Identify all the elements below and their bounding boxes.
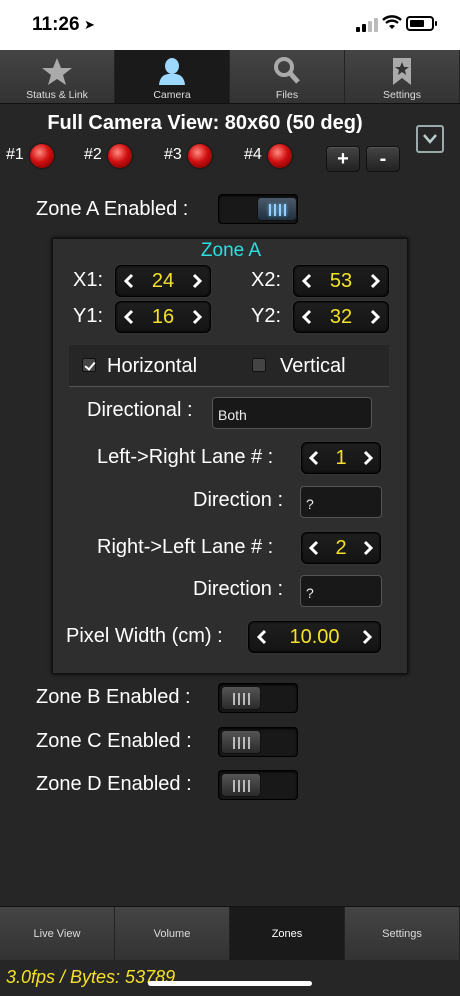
ios-status-bar: 11:26 ➤ bbox=[0, 0, 460, 50]
led-4: #4 bbox=[244, 144, 292, 168]
top-tab-bar: Status & Link Camera Files Settings bbox=[0, 50, 460, 104]
chevron-right-icon[interactable] bbox=[361, 539, 375, 557]
chevron-down-icon bbox=[423, 134, 437, 144]
rl-lane-label: Right->Left Lane # : bbox=[97, 536, 274, 558]
cellular-signal-icon bbox=[356, 18, 378, 32]
y2-label: Y2: bbox=[251, 305, 282, 327]
person-icon bbox=[159, 58, 185, 85]
y1-label: Y1: bbox=[73, 305, 104, 327]
led-label: #2 bbox=[84, 146, 102, 163]
vertical-label: Vertical bbox=[280, 355, 346, 377]
toggle-knob bbox=[257, 197, 297, 221]
dropdown-button[interactable] bbox=[416, 125, 444, 153]
zone-a-toggle[interactable] bbox=[218, 194, 298, 224]
tab-label: Status & Link bbox=[26, 89, 88, 101]
bookmark-star-icon bbox=[393, 58, 411, 85]
tab-camera[interactable]: Camera bbox=[115, 50, 230, 103]
x2-stepper[interactable]: 53 bbox=[293, 265, 389, 297]
toggle-knob bbox=[221, 686, 261, 710]
chevron-right-icon[interactable] bbox=[368, 272, 382, 290]
led-3: #3 bbox=[164, 144, 212, 168]
y1-stepper[interactable]: 16 bbox=[115, 301, 211, 333]
bottom-tab-bar: Live View Volume Zones Settings bbox=[0, 906, 460, 960]
toggle-knob bbox=[221, 773, 261, 797]
magnifier-icon bbox=[274, 57, 300, 84]
tab-files[interactable]: Files bbox=[230, 50, 345, 103]
rl-lane-stepper[interactable]: 2 bbox=[301, 532, 381, 564]
led-label: #1 bbox=[6, 146, 24, 163]
lr-lane-label: Left->Right Lane # : bbox=[97, 446, 274, 468]
horizontal-checkbox[interactable] bbox=[82, 358, 96, 372]
tab-label: Settings bbox=[383, 89, 421, 101]
directional-field[interactable]: Both bbox=[212, 397, 372, 429]
lr-direction-label: Direction : bbox=[193, 489, 284, 511]
tab-label: Files bbox=[275, 89, 299, 101]
orientation-bar: Horizontal Vertical bbox=[69, 345, 389, 387]
y2-stepper[interactable]: 32 bbox=[293, 301, 389, 333]
lr-lane-stepper[interactable]: 1 bbox=[301, 442, 381, 474]
clock-time: 11:26 bbox=[32, 14, 80, 35]
led-red-icon bbox=[188, 144, 212, 168]
tab-volume[interactable]: Volume bbox=[115, 907, 230, 960]
plus-button[interactable]: + bbox=[326, 146, 360, 172]
toggle-knob bbox=[221, 730, 261, 754]
minus-button[interactable]: - bbox=[366, 146, 400, 172]
rl-direction-label: Direction : bbox=[193, 578, 284, 600]
location-arrow-icon: ➤ bbox=[84, 17, 95, 32]
x2-label: X2: bbox=[251, 269, 282, 291]
zone-c-toggle[interactable] bbox=[218, 727, 298, 757]
pixel-width-label: Pixel Width (cm) : bbox=[66, 625, 223, 647]
directional-label: Directional : bbox=[87, 399, 193, 421]
tab-settings-top[interactable]: Settings bbox=[345, 50, 460, 103]
horizontal-label: Horizontal bbox=[107, 355, 198, 377]
zone-a-panel: Zone A X1: 24 X2: 53 Y1: 16 Y2: 32 Horiz… bbox=[52, 238, 408, 674]
x1-label: X1: bbox=[73, 269, 104, 291]
led-red-icon bbox=[108, 144, 132, 168]
led-2: #2 bbox=[84, 144, 132, 168]
tab-zones[interactable]: Zones bbox=[230, 907, 345, 960]
zone-d-enabled-label: Zone D Enabled : bbox=[36, 773, 192, 795]
footer-bar: 3.0fps / Bytes: 53789 bbox=[0, 960, 460, 996]
tab-settings-bottom[interactable]: Settings bbox=[345, 907, 460, 960]
led-1: #1 bbox=[6, 144, 54, 168]
wifi-icon bbox=[382, 15, 402, 29]
pixel-width-stepper[interactable]: 10.00 bbox=[248, 621, 381, 653]
vertical-checkbox[interactable] bbox=[252, 358, 266, 372]
home-indicator[interactable] bbox=[148, 981, 312, 986]
star-icon bbox=[42, 58, 72, 85]
led-red-icon bbox=[268, 144, 292, 168]
chevron-right-icon[interactable] bbox=[368, 308, 382, 326]
zone-c-enabled-label: Zone C Enabled : bbox=[36, 730, 192, 752]
led-label: #4 bbox=[244, 146, 262, 163]
tab-live-view[interactable]: Live View bbox=[0, 907, 115, 960]
zone-d-toggle[interactable] bbox=[218, 770, 298, 800]
chevron-right-icon[interactable] bbox=[190, 308, 204, 326]
tab-label: Camera bbox=[153, 89, 191, 101]
chevron-right-icon[interactable] bbox=[360, 628, 374, 646]
zone-a-enabled-label: Zone A Enabled : bbox=[36, 198, 189, 220]
battery-icon bbox=[406, 16, 437, 31]
tab-status-link[interactable]: Status & Link bbox=[0, 50, 115, 103]
rl-direction-field[interactable]: ? bbox=[300, 575, 382, 607]
zone-b-toggle[interactable] bbox=[218, 683, 298, 713]
camera-view-title: Full Camera View: 80x60 (50 deg) bbox=[47, 112, 363, 134]
led-red-icon bbox=[30, 144, 54, 168]
zone-a-title: Zone A bbox=[200, 240, 262, 261]
chevron-right-icon[interactable] bbox=[361, 449, 375, 467]
led-label: #3 bbox=[164, 146, 182, 163]
x1-stepper[interactable]: 24 bbox=[115, 265, 211, 297]
zone-b-enabled-label: Zone B Enabled : bbox=[36, 686, 191, 708]
lr-direction-field[interactable]: ? bbox=[300, 486, 382, 518]
chevron-right-icon[interactable] bbox=[190, 272, 204, 290]
